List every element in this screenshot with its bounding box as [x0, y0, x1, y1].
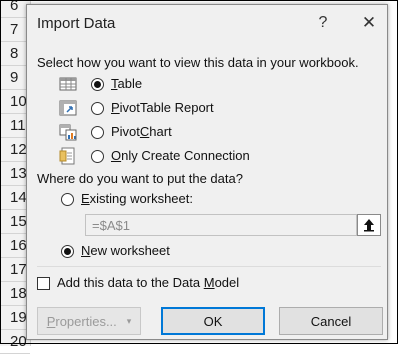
sheet-edge	[390, 0, 400, 346]
data-model-label[interactable]: Add this data to the Data Model	[57, 275, 239, 290]
close-button[interactable]: ✕	[357, 11, 381, 35]
pivottable-radio[interactable]	[91, 102, 104, 115]
pivotchart-icon	[59, 124, 77, 141]
collapse-reference-button[interactable]	[357, 214, 381, 236]
data-model-checkbox[interactable]	[37, 277, 50, 290]
arrow-up-icon	[364, 219, 374, 232]
new-worksheet-label[interactable]: New worksheet	[81, 243, 170, 258]
pivottable-icon	[59, 100, 77, 116]
pivottable-label[interactable]: PivotTable Report	[111, 100, 214, 115]
title-bar: Import Data ? ✕	[27, 5, 387, 41]
ok-button[interactable]: OK	[161, 307, 265, 335]
pivotchart-label[interactable]: PivotChart	[111, 124, 172, 139]
import-data-dialog: Import Data ? ✕ Select how you want to v…	[26, 4, 388, 340]
dropdown-arrow-icon: ▾	[126, 315, 132, 326]
cancel-button[interactable]: Cancel	[279, 307, 383, 335]
view-prompt: Select how you want to view this data in…	[37, 55, 359, 70]
table-label[interactable]: Table	[111, 76, 142, 91]
separator	[37, 266, 381, 267]
table-icon	[59, 77, 77, 91]
new-worksheet-radio[interactable]	[61, 245, 74, 258]
connection-radio[interactable]	[91, 150, 104, 163]
properties-button[interactable]: Properties... ▾	[37, 307, 141, 335]
properties-label: Properties...	[46, 313, 117, 329]
help-button[interactable]: ?	[311, 11, 335, 35]
connection-icon	[59, 147, 75, 165]
existing-worksheet-label[interactable]: Existing worksheet:	[81, 191, 193, 206]
dialog-title: Import Data	[37, 15, 116, 32]
existing-worksheet-radio[interactable]	[61, 193, 74, 206]
pivotchart-radio[interactable]	[91, 126, 104, 139]
table-radio[interactable]	[91, 78, 104, 91]
connection-label[interactable]: Only Create Connection	[111, 148, 250, 163]
cell-reference-input[interactable]: =$A$1	[85, 214, 357, 236]
location-prompt: Where do you want to put the data?	[37, 171, 243, 186]
